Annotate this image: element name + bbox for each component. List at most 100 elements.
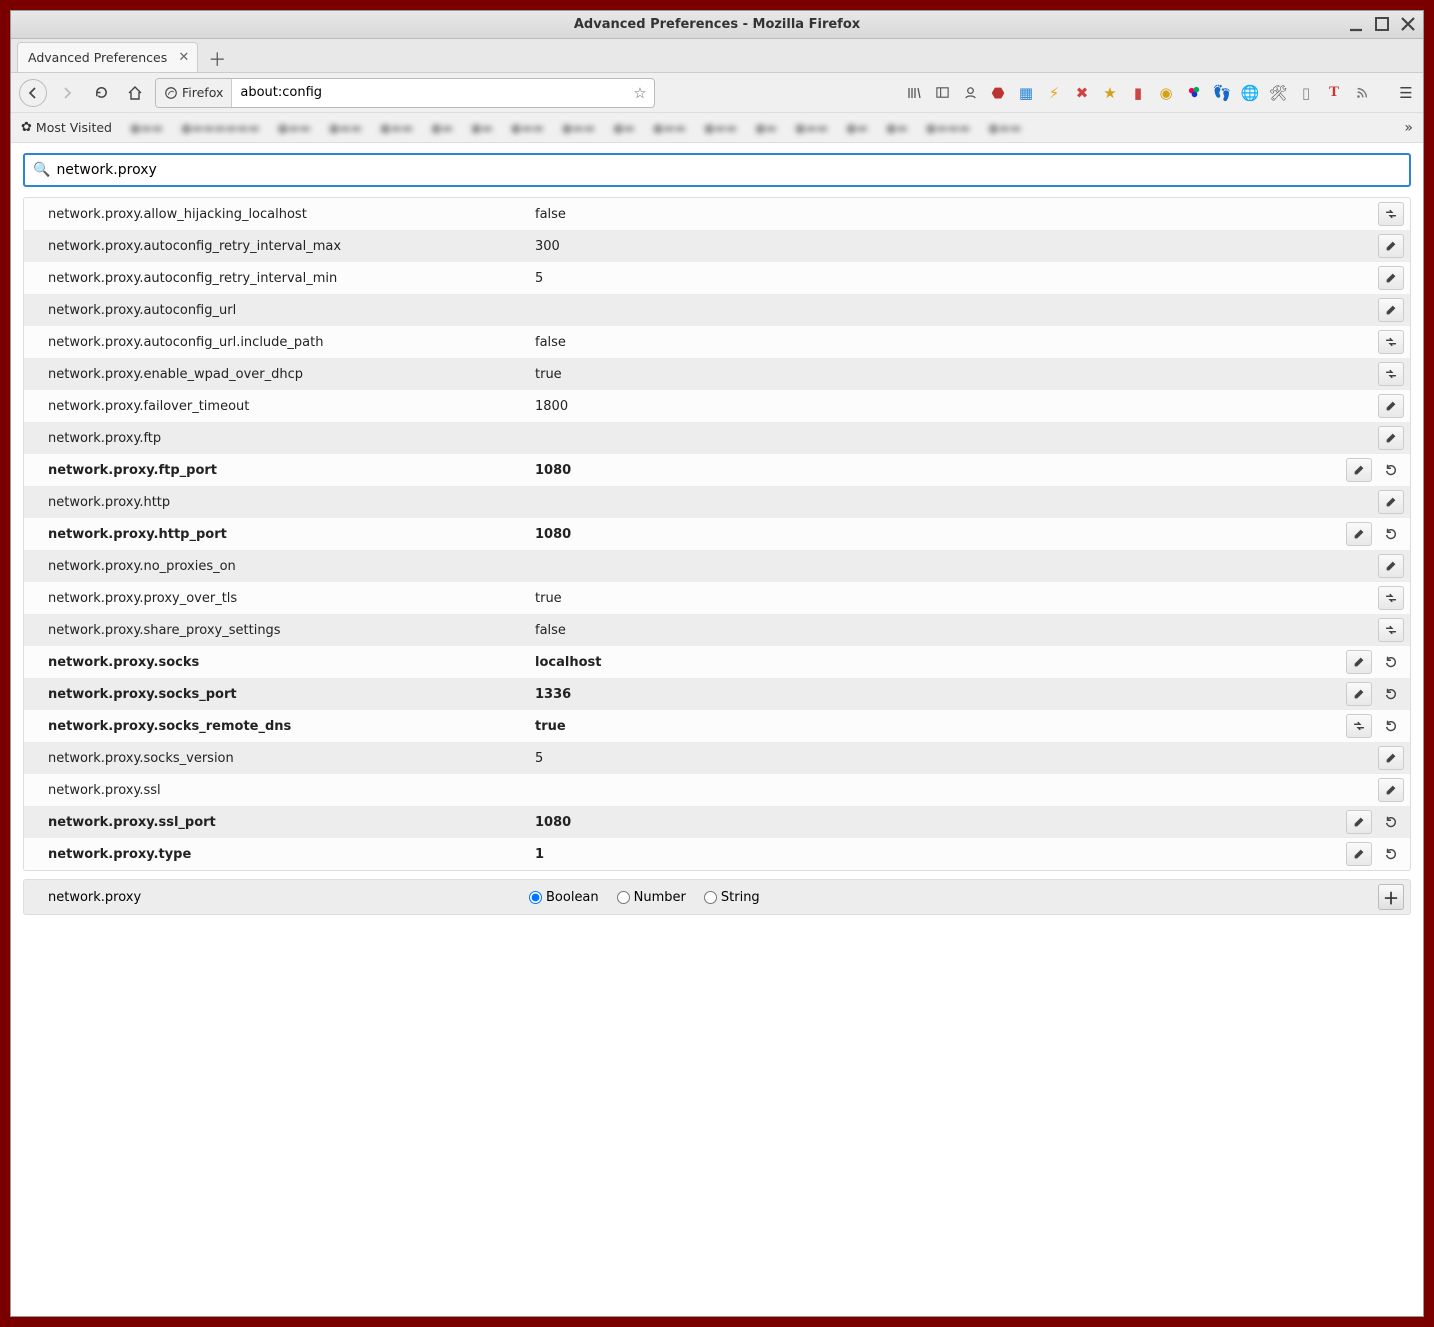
pref-row[interactable]: network.proxy.ssl_port1080 (24, 806, 1410, 838)
radio-boolean[interactable]: Boolean (529, 890, 599, 905)
gnome-foot-icon[interactable]: 👣 (1213, 84, 1231, 102)
pref-search-box[interactable]: 🔍 (23, 153, 1411, 187)
edit-button[interactable] (1346, 682, 1372, 706)
radio-number[interactable]: Number (617, 890, 686, 905)
toggle-button[interactable] (1378, 362, 1404, 386)
toggle-button[interactable] (1378, 202, 1404, 226)
bookmark-star-icon[interactable]: ☆ (626, 84, 654, 102)
edit-button[interactable] (1346, 458, 1372, 482)
pref-row[interactable]: network.proxy.type1 (24, 838, 1410, 870)
forward-button[interactable] (53, 79, 81, 107)
pref-value: 1 (529, 847, 1346, 862)
reset-button[interactable] (1378, 650, 1404, 674)
pref-row[interactable]: network.proxy.no_proxies_on (24, 550, 1410, 582)
puzzle-red-icon[interactable]: ✖ (1073, 84, 1091, 102)
edit-button[interactable] (1378, 554, 1404, 578)
reset-button[interactable] (1378, 458, 1404, 482)
globe-icon[interactable]: 🌐 (1241, 84, 1259, 102)
pref-search-input[interactable] (56, 162, 1401, 178)
pref-row[interactable]: network.proxy.ftp (24, 422, 1410, 454)
library-icon[interactable] (905, 84, 923, 102)
identity-label: Firefox (182, 85, 223, 100)
minimize-button[interactable] (1347, 15, 1365, 33)
account-icon[interactable] (961, 84, 979, 102)
edit-button[interactable] (1346, 650, 1372, 674)
star-yellow-icon[interactable]: ★ (1101, 84, 1119, 102)
coin-icon[interactable]: ◉ (1157, 84, 1175, 102)
edit-button[interactable] (1378, 394, 1404, 418)
back-button[interactable] (19, 79, 47, 107)
most-visited-button[interactable]: ✿ Most Visited (21, 120, 112, 135)
edit-button[interactable] (1378, 746, 1404, 770)
reset-button[interactable] (1378, 842, 1404, 866)
pref-name: network.proxy.autoconfig_retry_interval_… (24, 271, 529, 286)
pref-actions (1378, 554, 1410, 578)
radio-string[interactable]: String (704, 890, 760, 905)
toggle-button[interactable] (1378, 330, 1404, 354)
edit-button[interactable] (1346, 842, 1372, 866)
most-visited-label: Most Visited (36, 120, 112, 135)
hamburger-menu-icon[interactable]: ☰ (1397, 84, 1415, 102)
identity-box[interactable]: Firefox (156, 79, 232, 107)
reload-button[interactable] (87, 79, 115, 107)
pref-row[interactable]: network.proxy.ftp_port1080 (24, 454, 1410, 486)
toggle-button[interactable] (1378, 618, 1404, 642)
bolt-icon[interactable]: ⚡ (1045, 84, 1063, 102)
edit-button[interactable] (1378, 490, 1404, 514)
pref-row[interactable]: network.proxy.http_port1080 (24, 518, 1410, 550)
tab-close-icon[interactable]: ✕ (178, 50, 189, 65)
pref-name: network.proxy.socks (24, 655, 529, 670)
umatrix-icon[interactable]: ▦ (1017, 84, 1035, 102)
reset-button[interactable] (1378, 714, 1404, 738)
pref-row[interactable]: network.proxy.http (24, 486, 1410, 518)
tools-icon[interactable]: 🛠 (1269, 84, 1287, 102)
edit-button[interactable] (1378, 266, 1404, 290)
pref-actions (1378, 778, 1410, 802)
pref-row[interactable]: network.proxy.allow_hijacking_localhostf… (24, 198, 1410, 230)
tab-advanced-preferences[interactable]: Advanced Preferences ✕ (17, 42, 198, 72)
toggle-button[interactable] (1346, 714, 1372, 738)
url-bar[interactable]: Firefox ☆ (155, 78, 655, 108)
edit-button[interactable] (1378, 234, 1404, 258)
pref-row[interactable]: network.proxy.autoconfig_url (24, 294, 1410, 326)
maximize-button[interactable] (1373, 15, 1391, 33)
pref-row[interactable]: network.proxy.autoconfig_retry_interval_… (24, 230, 1410, 262)
pref-row[interactable]: network.proxy.failover_timeout1800 (24, 390, 1410, 422)
text-icon[interactable]: T (1325, 84, 1343, 102)
bookmark-red-icon[interactable]: ▮ (1129, 84, 1147, 102)
toggle-button[interactable] (1378, 586, 1404, 610)
bookmarks-overflow-icon[interactable]: » (1404, 120, 1413, 136)
ublock-icon[interactable]: ⬣ (989, 84, 1007, 102)
sidebar-icon[interactable] (933, 84, 951, 102)
add-pref-button[interactable]: ＋ (1378, 884, 1404, 910)
pref-row[interactable]: network.proxy.socks_remote_dnstrue (24, 710, 1410, 742)
edit-button[interactable] (1346, 810, 1372, 834)
pref-row[interactable]: network.proxy.share_proxy_settingsfalse (24, 614, 1410, 646)
rss-icon[interactable] (1353, 84, 1371, 102)
pref-row[interactable]: network.proxy.ssl (24, 774, 1410, 806)
reset-button[interactable] (1378, 810, 1404, 834)
url-input[interactable] (232, 79, 626, 107)
pref-actions (1346, 522, 1410, 546)
edit-button[interactable] (1378, 778, 1404, 802)
pref-row[interactable]: network.proxy.sockslocalhost (24, 646, 1410, 678)
close-button[interactable] (1399, 15, 1417, 33)
edit-button[interactable] (1378, 298, 1404, 322)
tab-title: Advanced Preferences (28, 50, 167, 65)
new-tab-button[interactable]: ＋ (204, 46, 230, 72)
pref-row[interactable]: network.proxy.proxy_over_tlstrue (24, 582, 1410, 614)
home-button[interactable] (121, 79, 149, 107)
palette-icon[interactable] (1185, 84, 1203, 102)
phone-icon[interactable]: ▯ (1297, 84, 1315, 102)
pref-row[interactable]: network.proxy.socks_port1336 (24, 678, 1410, 710)
pref-value: 300 (529, 239, 1378, 254)
pref-row[interactable]: network.proxy.enable_wpad_over_dhcptrue (24, 358, 1410, 390)
reset-button[interactable] (1378, 522, 1404, 546)
pref-row[interactable]: network.proxy.autoconfig_url.include_pat… (24, 326, 1410, 358)
pref-row[interactable]: network.proxy.socks_version5 (24, 742, 1410, 774)
reset-button[interactable] (1378, 682, 1404, 706)
pref-actions (1378, 746, 1410, 770)
edit-button[interactable] (1346, 522, 1372, 546)
edit-button[interactable] (1378, 426, 1404, 450)
pref-row[interactable]: network.proxy.autoconfig_retry_interval_… (24, 262, 1410, 294)
